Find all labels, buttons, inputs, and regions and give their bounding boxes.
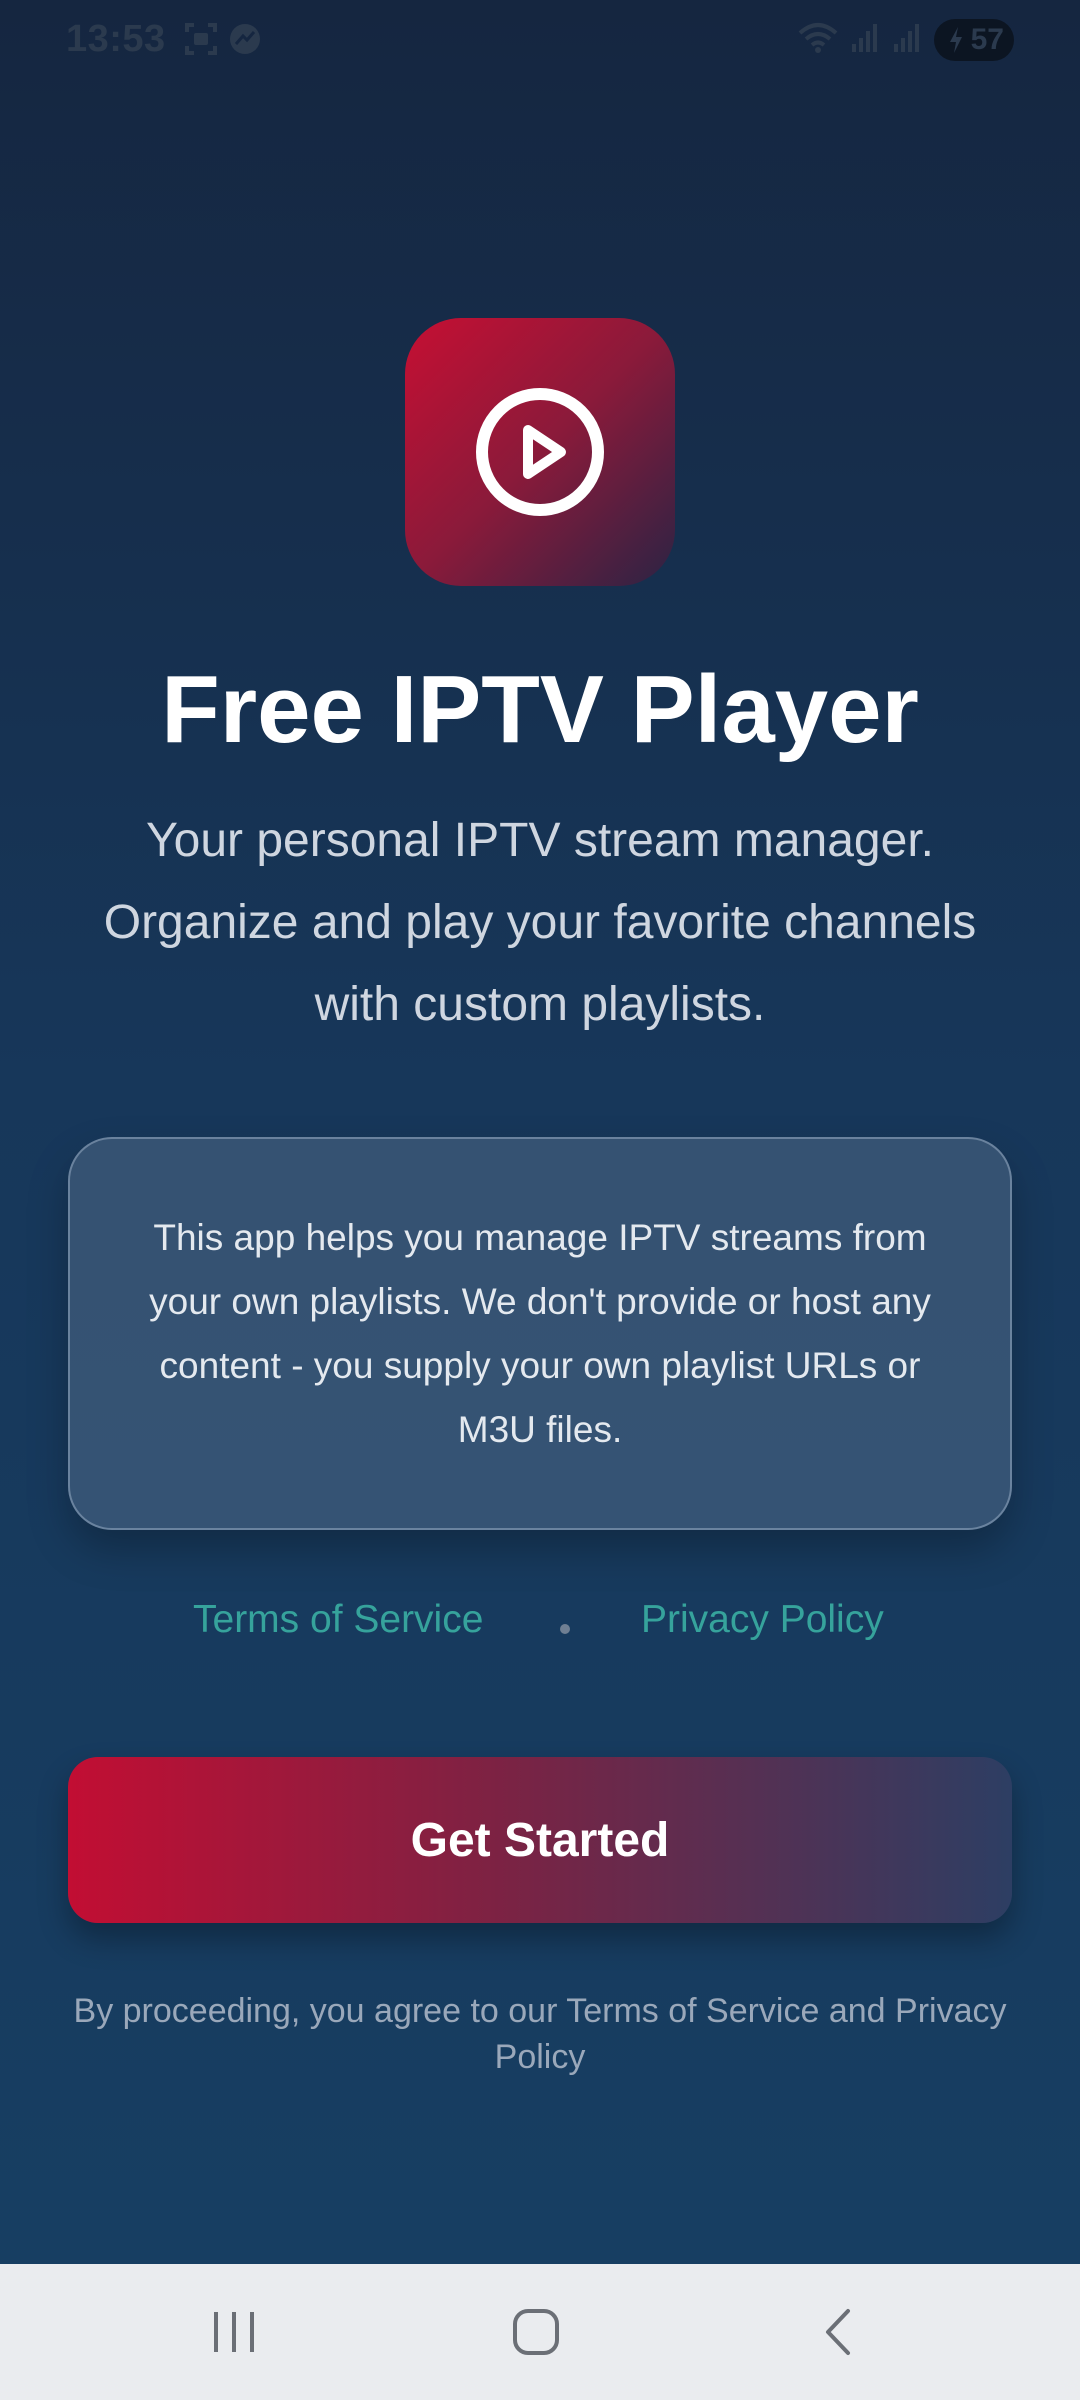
get-started-button[interactable]: Get Started <box>68 1757 1012 1923</box>
link-separator-dot <box>560 1624 570 1634</box>
status-bar: 13:53 57 <box>0 0 1080 80</box>
info-card: This app helps you manage IPTV streams f… <box>68 1137 1012 1530</box>
battery-charging-icon <box>950 27 962 53</box>
navigation-bar <box>0 2264 1080 2400</box>
recents-button[interactable] <box>154 2264 314 2400</box>
consent-text: By proceeding, you agree to our Terms of… <box>73 1992 1007 2076</box>
home-button[interactable] <box>456 2264 616 2400</box>
signal-icon-2 <box>892 22 922 59</box>
status-right-group: 57 <box>798 18 1014 62</box>
play-circle-icon <box>476 388 604 516</box>
back-button[interactable] <box>758 2264 918 2400</box>
privacy-policy-link[interactable]: Privacy Policy <box>641 1598 884 1642</box>
info-card-text: This app helps you manage IPTV streams f… <box>149 1216 931 1450</box>
app-notification-icon <box>228 22 262 56</box>
legal-links: Terms of Service Privacy Policy <box>0 1598 1080 1658</box>
status-time: 13:53 <box>66 18 166 60</box>
app-title: Free IPTV Player <box>161 656 919 763</box>
app-subtitle: Your personal IPTV stream manager. Organ… <box>103 814 977 1031</box>
battery-indicator: 57 <box>934 19 1014 61</box>
battery-level: 57 <box>970 23 1004 56</box>
terms-of-service-link[interactable]: Terms of Service <box>193 1598 483 1642</box>
get-started-label: Get Started <box>410 1813 670 1867</box>
app-logo <box>405 318 675 586</box>
back-icon <box>826 2309 850 2355</box>
screenshot-icon <box>184 22 218 56</box>
wifi-icon <box>798 21 838 60</box>
home-icon <box>513 2309 559 2355</box>
signal-icon <box>850 22 880 59</box>
recents-icon <box>214 2312 254 2352</box>
